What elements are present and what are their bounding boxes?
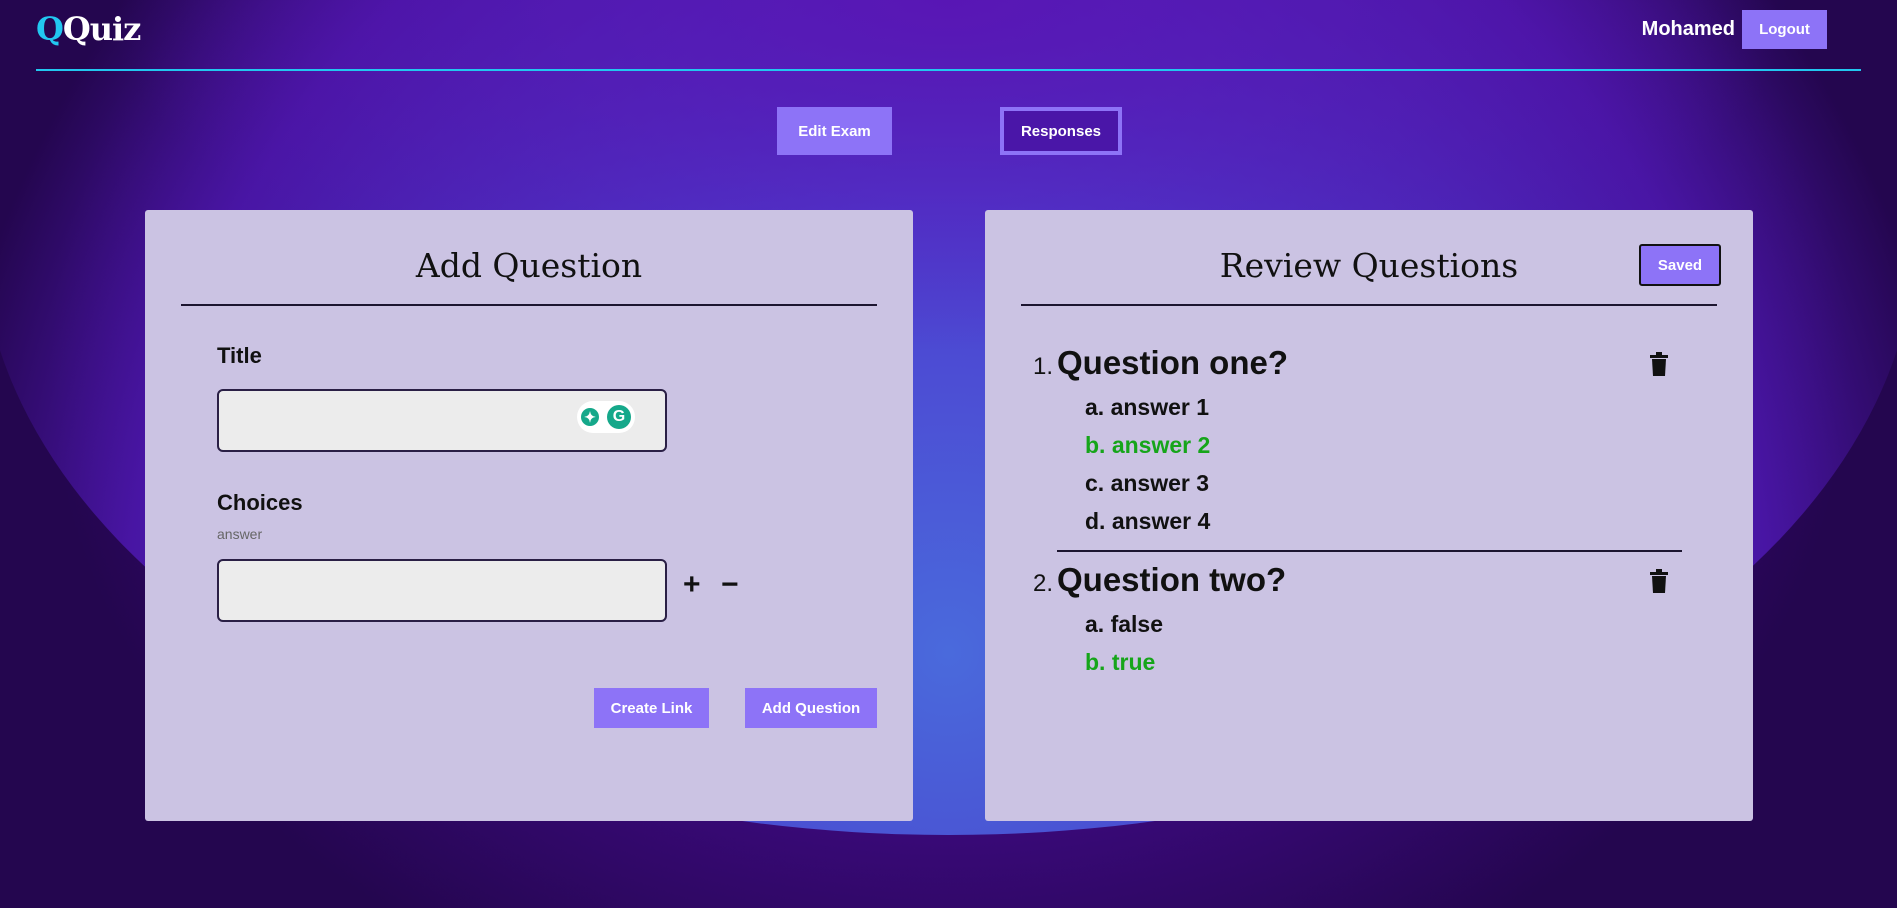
question-item: 2. Question two? a. false b. true (1023, 561, 1713, 681)
title-label: Title (217, 343, 262, 368)
responses-button[interactable]: Responses (1000, 107, 1122, 155)
add-question-button[interactable]: Add Question (745, 688, 877, 728)
user-name: Mohamed (1641, 18, 1735, 40)
choices-label: Choices (217, 490, 303, 515)
review-questions-panel: Review Questions Saved 1. Question one? … (985, 210, 1753, 821)
question-item: 1. Question one? a. answer 1 b. answer 2… (1023, 344, 1713, 540)
trash-icon[interactable] (1649, 352, 1669, 376)
add-question-panel: Add Question Title ✦ G Choices answer + … (145, 210, 913, 821)
trash-icon[interactable] (1649, 569, 1669, 593)
answer-item-correct: b. answer 2 (1085, 432, 1211, 458)
remove-choice-button[interactable]: − (721, 568, 739, 602)
answer-list: a. false b. true (1085, 605, 1713, 681)
grammarly-widget[interactable]: ✦ G (577, 401, 635, 433)
answer-item-correct: b. true (1085, 649, 1156, 675)
add-choice-button[interactable]: + (683, 568, 701, 602)
question-divider (1057, 550, 1682, 552)
logout-button[interactable]: Logout (1742, 10, 1827, 49)
choice-input[interactable] (217, 559, 667, 622)
lightbulb-icon: ✦ (581, 408, 599, 426)
navbar (36, 0, 1861, 71)
title-input[interactable]: ✦ G (217, 389, 667, 452)
answer-item: c. answer 3 (1085, 470, 1210, 496)
answer-item: a. false (1085, 611, 1163, 637)
answer-item: d. answer 4 (1085, 508, 1211, 534)
app-logo[interactable]: QQuiz (36, 10, 141, 48)
create-link-button[interactable]: Create Link (594, 688, 709, 728)
answer-item: a. answer 1 (1085, 394, 1210, 420)
logo-text: Quiz (62, 10, 141, 48)
grammarly-icon: G (607, 405, 631, 429)
logo-q: Q (36, 10, 64, 48)
saved-button[interactable]: Saved (1639, 244, 1721, 286)
edit-exam-button[interactable]: Edit Exam (777, 107, 892, 155)
question-text: Question one? (1057, 344, 1288, 381)
review-questions-heading: Review Questions (1021, 246, 1717, 306)
add-question-heading: Add Question (181, 246, 877, 306)
question-text: Question two? (1057, 561, 1287, 598)
answer-sublabel: answer (217, 526, 263, 542)
answer-list: a. answer 1 b. answer 2 c. answer 3 d. a… (1085, 388, 1713, 540)
question-number: 1. (1032, 353, 1053, 380)
question-number: 2. (1032, 570, 1053, 597)
